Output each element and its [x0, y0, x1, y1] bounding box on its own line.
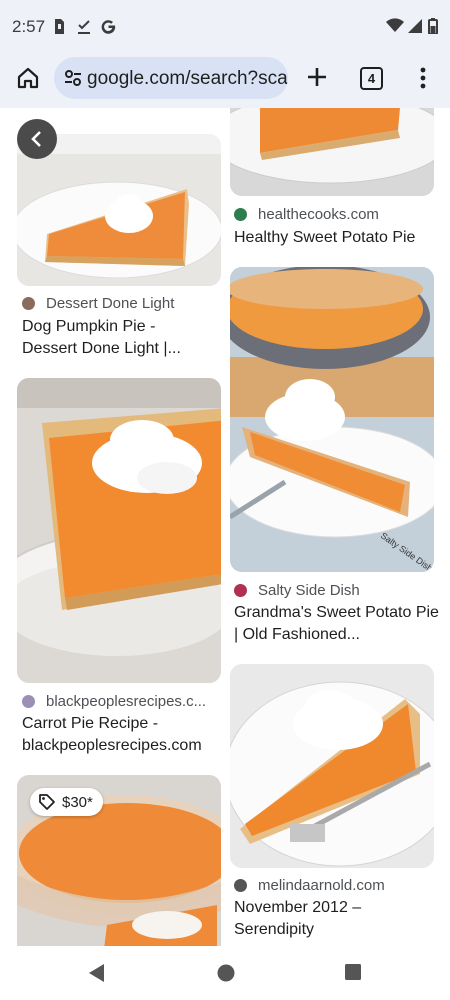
result-source[interactable]: healthecooks.com: [234, 206, 379, 223]
pie-slice-image: Salty Side Dish: [230, 267, 434, 572]
tab-switcher-icon[interactable]: 4: [360, 67, 383, 90]
price-text: $30*: [62, 793, 93, 811]
signal-icon: [408, 19, 422, 33]
result-thumbnail[interactable]: [230, 108, 434, 196]
recents-nav-icon[interactable]: [344, 963, 362, 981]
source-name: blackpeoplesrecipes.c...: [46, 693, 207, 710]
address-bar[interactable]: google.com/search?sca_: [54, 57, 288, 99]
source-name: melindaarnold.com: [258, 877, 385, 894]
result-thumbnail[interactable]: Salty Side Dish: [230, 267, 434, 572]
site-settings-icon[interactable]: [64, 69, 82, 87]
result-title[interactable]: Carrot Pie Recipe - blackpeoplesrecipes.…: [22, 713, 222, 757]
price-tag-icon: [39, 794, 55, 810]
battery-icon: [428, 18, 438, 34]
home-button[interactable]: [12, 62, 44, 94]
result-source[interactable]: blackpeoplesrecipes.c...: [22, 693, 206, 710]
system-nav-bar: [0, 946, 450, 1000]
pie-slice-image: [17, 378, 221, 683]
favicon-icon: [22, 695, 35, 708]
result-title[interactable]: Healthy Sweet Potato Pie: [234, 227, 439, 249]
new-tab-icon[interactable]: [302, 62, 332, 92]
favicon-icon: [234, 879, 247, 892]
tab-count: 4: [367, 71, 376, 86]
home-icon: [17, 67, 39, 89]
wifi-icon: [386, 18, 404, 32]
google-icon: [101, 20, 116, 34]
result-thumbnail[interactable]: [17, 134, 221, 286]
source-name: Salty Side Dish: [258, 582, 360, 599]
chevron-left-icon: [31, 131, 41, 147]
status-bar: 2:57: [0, 0, 450, 56]
home-nav-icon[interactable]: [216, 963, 236, 983]
back-nav-icon[interactable]: [87, 963, 105, 983]
back-button[interactable]: [17, 119, 57, 159]
result-source[interactable]: Salty Side Dish: [234, 582, 360, 599]
source-name: Dessert Done Light: [46, 295, 175, 312]
overflow-menu-icon[interactable]: [416, 66, 430, 90]
result-title[interactable]: Grandma's Sweet Potato Pie | Old Fashion…: [234, 602, 439, 646]
pie-slice-image: [230, 108, 434, 196]
result-title[interactable]: Dog Pumpkin Pie - Dessert Done Light |..…: [22, 316, 212, 360]
favicon-icon: [22, 297, 35, 310]
result-source[interactable]: melindaarnold.com: [234, 877, 385, 894]
image-results-grid: Dessert Done Light Dog Pumpkin Pie - Des…: [0, 108, 450, 946]
result-source[interactable]: Dessert Done Light: [22, 295, 174, 312]
browser-toolbar: google.com/search?sca_ 4: [0, 56, 450, 108]
sim-icon: [55, 19, 64, 34]
pie-slice-image: [17, 134, 221, 286]
status-time: 2:57: [12, 17, 46, 36]
result-title[interactable]: November 2012 – Serendipity: [234, 897, 439, 941]
result-thumbnail[interactable]: [230, 664, 434, 868]
favicon-icon: [234, 208, 247, 221]
favicon-icon: [234, 584, 247, 597]
price-badge[interactable]: $30*: [30, 788, 103, 816]
url-text[interactable]: google.com/search?sca_: [87, 68, 288, 90]
download-done-icon: [78, 20, 90, 34]
source-name: healthecooks.com: [258, 206, 379, 223]
result-thumbnail[interactable]: [17, 378, 221, 683]
pie-slice-image: [230, 664, 434, 868]
